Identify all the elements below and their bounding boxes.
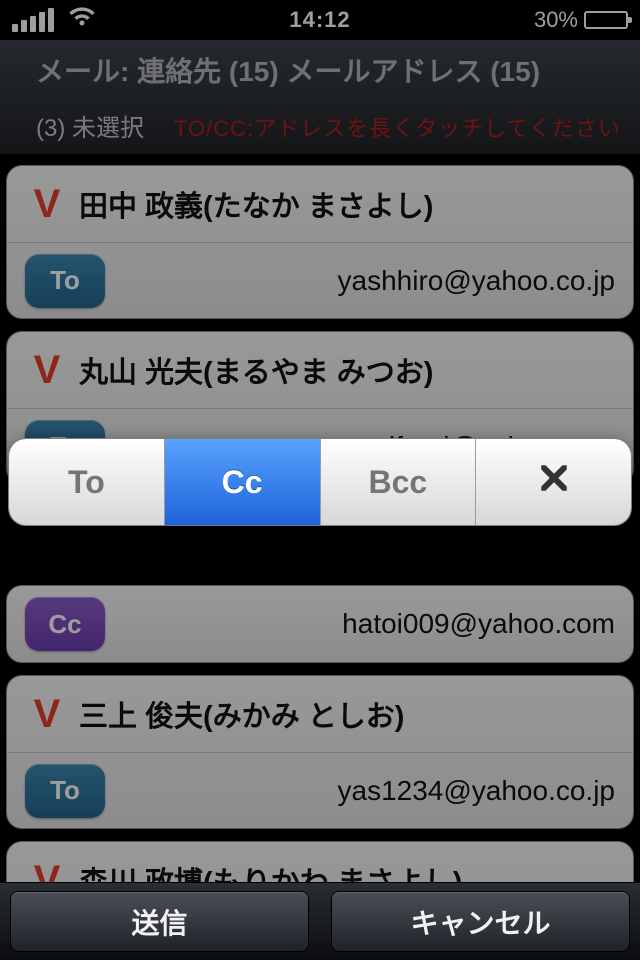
header-hint: TO/CC:アドレスを長くタッチしてください [174,111,621,143]
status-bar: 14:12 30% [0,0,640,40]
signal-icon [12,8,54,32]
chevron-down-icon: V [25,858,69,883]
seg-to-button[interactable]: To [9,439,165,525]
field-pill-to[interactable]: To [25,254,105,308]
contact-name: 三上 俊夫(みかみ としお) [79,693,404,735]
seg-close-button[interactable] [476,439,631,525]
contact-email: hatoi009@yahoo.com [342,608,615,640]
contact-email: yashhiro@yahoo.co.jp [338,265,615,297]
contact-name: 田中 政義(たなか まさよし) [79,183,433,225]
battery-pct: 30% [534,7,578,33]
header-unselected: (3) 未選択 [36,108,144,143]
contact-card[interactable]: V 森川 政博(もりかわ まさよし) To [6,841,634,882]
cancel-button[interactable]: キャンセル [331,891,630,952]
contact-card[interactable]: V 田中 政義(たなか まさよし) To yashhiro@yahoo.co.j… [6,165,634,319]
header: メール: 連絡先 (15) メールアドレス (15) (3) 未選択 TO/CC… [0,40,640,155]
close-icon [537,461,571,503]
field-pill-cc[interactable]: Cc [25,597,105,651]
send-button[interactable]: 送信 [10,891,309,952]
field-selector-popup: To Cc Bcc [8,438,632,526]
contact-card[interactable]: V 三上 俊夫(みかみ としお) To yas1234@yahoo.co.jp [6,675,634,829]
address-row[interactable]: To yashhiro@yahoo.co.jp [7,242,633,318]
chevron-down-icon: V [25,182,69,227]
bottom-toolbar: 送信 キャンセル [0,882,640,960]
wifi-icon [68,6,96,34]
header-title: メール: 連絡先 (15) メールアドレス (15) [36,50,622,90]
contact-email: yas1234@yahoo.co.jp [338,775,616,807]
contact-card[interactable]: Cc hatoi009@yahoo.com [6,585,634,663]
seg-cc-button[interactable]: Cc [165,439,321,525]
chevron-down-icon: V [25,692,69,737]
battery-icon [584,11,628,29]
address-row[interactable]: Cc hatoi009@yahoo.com [7,586,633,662]
chevron-down-icon: V [25,348,69,393]
field-pill-to[interactable]: To [25,764,105,818]
contact-name: 丸山 光夫(まるやま みつお) [79,349,433,391]
contact-name: 森川 政博(もりかわ まさよし) [79,859,462,882]
seg-bcc-button[interactable]: Bcc [321,439,477,525]
address-row[interactable]: To yas1234@yahoo.co.jp [7,752,633,828]
